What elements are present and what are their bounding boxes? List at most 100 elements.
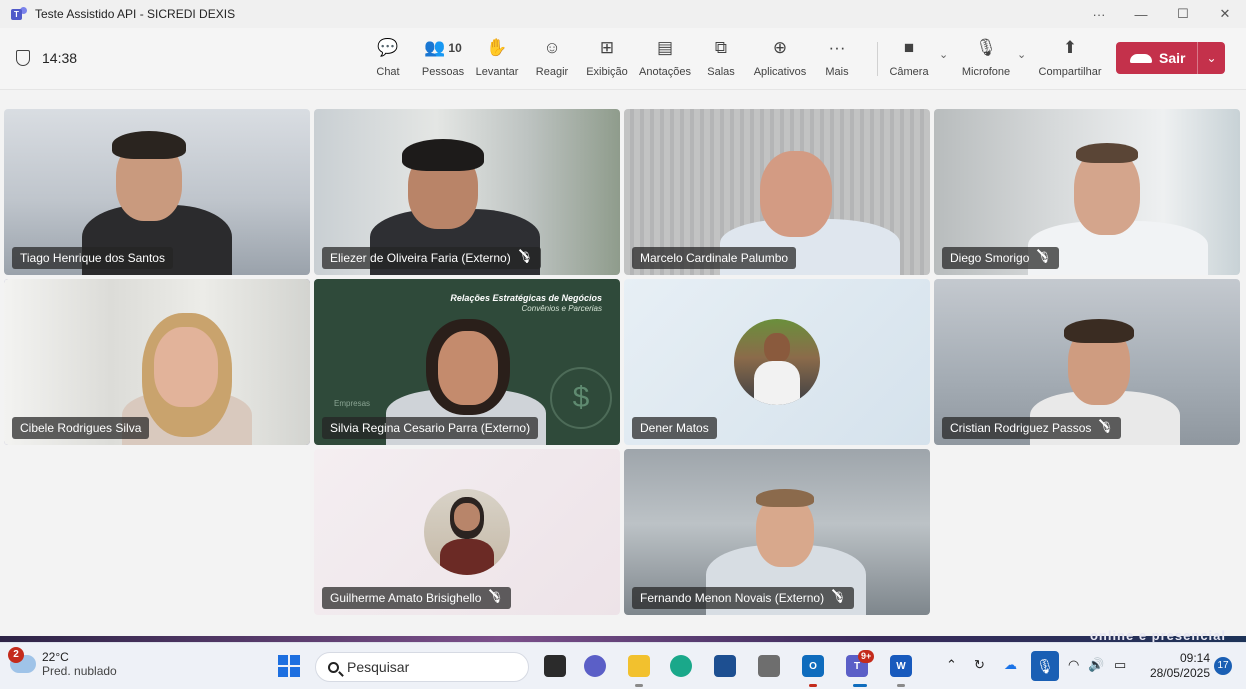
word-icon[interactable]: W bbox=[890, 655, 912, 677]
meeting-toolbar: 14:38 💬 Chat 👥 10 Pessoas ✋ Levantar ☺ Re… bbox=[0, 28, 1246, 90]
teams-badge: 9+ bbox=[858, 650, 875, 663]
toolbar-divider bbox=[877, 42, 878, 76]
chat-icon: 💬 bbox=[377, 38, 399, 57]
mic-off-icon: 🎙 bbox=[519, 247, 533, 269]
edge-browser-icon[interactable] bbox=[670, 655, 692, 677]
sync-icon[interactable]: ↻ bbox=[974, 657, 985, 673]
close-button[interactable]: ✕ bbox=[1204, 6, 1246, 22]
participant-name: Dener Matos bbox=[632, 417, 717, 439]
temperature: 22°C bbox=[42, 650, 69, 664]
window-controls: ··· — ☐ ✕ bbox=[1078, 0, 1246, 28]
participant-name: Cibele Rodrigues Silva bbox=[12, 417, 150, 439]
more-options-button[interactable]: ··· bbox=[1078, 7, 1120, 22]
avatar bbox=[424, 489, 510, 575]
mic-off-icon: 🎙 bbox=[832, 587, 846, 609]
weather-condition: Pred. nublado bbox=[42, 664, 117, 678]
participant-name: Silvia Regina Cesario Parra (Externo) bbox=[322, 417, 539, 439]
store-icon[interactable] bbox=[714, 655, 736, 677]
raise-hand-button[interactable]: ✋ Levantar bbox=[474, 36, 520, 84]
leave-options-chevron-icon[interactable]: ⌄ bbox=[1197, 42, 1225, 74]
participant-tile[interactable]: Tiago Henrique dos Santos bbox=[4, 109, 310, 275]
view-icon: ⊞ bbox=[599, 38, 615, 57]
camera-button[interactable]: ■ Câmera bbox=[888, 36, 930, 84]
weather-widget[interactable]: 2 22°C Pred. nublado bbox=[8, 647, 117, 678]
minimize-button[interactable]: — bbox=[1120, 7, 1162, 22]
participant-name: Diego Smorigo 🎙 bbox=[942, 247, 1060, 269]
start-button[interactable] bbox=[278, 655, 300, 677]
wifi-icon[interactable]: ◠ bbox=[1068, 657, 1079, 673]
share-button[interactable]: ⬆ Compartilhar bbox=[1036, 36, 1104, 84]
apps-icon: ⊕ bbox=[772, 38, 788, 57]
windows-taskbar: 2 22°C Pred. nublado Pesquisar O T 9+ W … bbox=[0, 642, 1246, 689]
timer-text: 14:38 bbox=[42, 50, 78, 66]
file-explorer-icon[interactable] bbox=[628, 655, 650, 677]
participant-name: Tiago Henrique dos Santos bbox=[12, 247, 173, 269]
maximize-button[interactable]: ☐ bbox=[1162, 6, 1204, 22]
task-view-icon[interactable] bbox=[544, 655, 566, 677]
participant-tile[interactable]: Relações Estratégicas de Negócios Convên… bbox=[314, 279, 620, 445]
mic-in-use-icon[interactable]: 🎙 bbox=[1031, 651, 1059, 681]
search-placeholder: Pesquisar bbox=[347, 659, 410, 675]
meeting-timer: 14:38 bbox=[16, 50, 77, 66]
phone-hangup-icon bbox=[1130, 53, 1152, 63]
participant-tile[interactable]: Eliezer de Oliveira Faria (Externo) 🎙 bbox=[314, 109, 620, 275]
onedrive-cloud-icon[interactable]: ☁ bbox=[1004, 657, 1017, 673]
people-button[interactable]: 👥 10 Pessoas bbox=[420, 36, 466, 84]
participant-tile-active-speaker[interactable]: Cibele Rodrigues Silva bbox=[4, 279, 310, 445]
view-button[interactable]: ⊞ Exibição bbox=[585, 36, 629, 84]
show-hidden-icons-chevron-icon[interactable]: ⌃ bbox=[946, 657, 957, 673]
avatar bbox=[734, 319, 820, 405]
participant-name: Cristian Rodriguez Passos 🎙 bbox=[942, 417, 1122, 439]
more-icon: ··· bbox=[828, 38, 846, 57]
apps-button[interactable]: ⊕ Aplicativos bbox=[752, 36, 808, 84]
camera-options-chevron-icon[interactable]: ⌄ bbox=[939, 48, 948, 61]
system-clock[interactable]: 09:14 28/05/2025 bbox=[1146, 651, 1210, 681]
rooms-button[interactable]: ⧉ Salas bbox=[705, 36, 737, 84]
cloud-icon: 2 bbox=[8, 647, 36, 673]
people-count: 10 bbox=[448, 41, 462, 55]
banner-subtitle: Convênios e Parcerias bbox=[521, 304, 602, 313]
raise-hand-icon: ✋ bbox=[486, 38, 508, 57]
participant-tile[interactable]: Fernando Menon Novais (Externo) 🎙 bbox=[624, 449, 930, 615]
teams-logo-icon: T bbox=[11, 7, 27, 21]
taskbar-search[interactable]: Pesquisar bbox=[315, 652, 529, 682]
participant-name: Fernando Menon Novais (Externo) 🎙 bbox=[632, 587, 855, 609]
dollar-icon: $ bbox=[550, 367, 612, 429]
window-title: Teste Assistido API - SICREDI DEXIS bbox=[35, 7, 236, 21]
search-icon bbox=[328, 661, 339, 673]
video-stage: Tiago Henrique dos Santos Eliezer de Oli… bbox=[0, 91, 1246, 636]
people-icon: 👥 bbox=[424, 38, 446, 57]
mic-off-icon: 🎙 bbox=[1099, 417, 1113, 439]
clock-date: 28/05/2025 bbox=[1149, 666, 1210, 680]
mic-off-icon: 🎙 bbox=[489, 587, 503, 609]
participant-tile[interactable]: Marcelo Cardinale Palumbo bbox=[624, 109, 930, 275]
banner-title: Relações Estratégicas de Negócios bbox=[450, 293, 602, 303]
camera-icon: ■ bbox=[903, 38, 915, 57]
participant-tile[interactable]: Guilherme Amato Brisighello 🎙 bbox=[314, 449, 620, 615]
react-icon: ☺ bbox=[543, 38, 561, 57]
react-button[interactable]: ☺ Reagir bbox=[534, 36, 570, 84]
share-icon: ⬆ bbox=[1062, 38, 1078, 57]
battery-icon[interactable]: ▭ bbox=[1114, 657, 1126, 673]
participant-tile[interactable]: Dener Matos bbox=[624, 279, 930, 445]
volume-icon[interactable]: 🔊 bbox=[1088, 657, 1104, 673]
rooms-icon: ⧉ bbox=[714, 38, 728, 57]
outlook-icon[interactable]: O bbox=[802, 655, 824, 677]
more-button[interactable]: ··· Mais bbox=[822, 36, 852, 84]
participant-name: Eliezer de Oliveira Faria (Externo) 🎙 bbox=[322, 247, 541, 269]
leave-button[interactable]: Sair ⌄ bbox=[1116, 42, 1225, 74]
notes-button[interactable]: ▤ Anotações bbox=[637, 36, 693, 84]
shield-icon bbox=[16, 50, 30, 66]
chat-app-icon[interactable] bbox=[584, 655, 606, 677]
microphone-button[interactable]: 🎙 Microfone bbox=[958, 36, 1014, 84]
participant-name: Marcelo Cardinale Palumbo bbox=[632, 247, 797, 269]
notification-count-badge[interactable]: 17 bbox=[1214, 657, 1232, 675]
calculator-icon[interactable] bbox=[758, 655, 780, 677]
participant-tile[interactable]: Diego Smorigo 🎙 bbox=[934, 109, 1240, 275]
clock-time: 09:14 bbox=[1179, 651, 1210, 665]
chat-button[interactable]: 💬 Chat bbox=[373, 36, 403, 84]
participant-name: Guilherme Amato Brisighello 🎙 bbox=[322, 587, 512, 609]
participant-tile[interactable]: Cristian Rodriguez Passos 🎙 bbox=[934, 279, 1240, 445]
notes-icon: ▤ bbox=[656, 38, 674, 57]
mic-options-chevron-icon[interactable]: ⌄ bbox=[1017, 48, 1026, 61]
